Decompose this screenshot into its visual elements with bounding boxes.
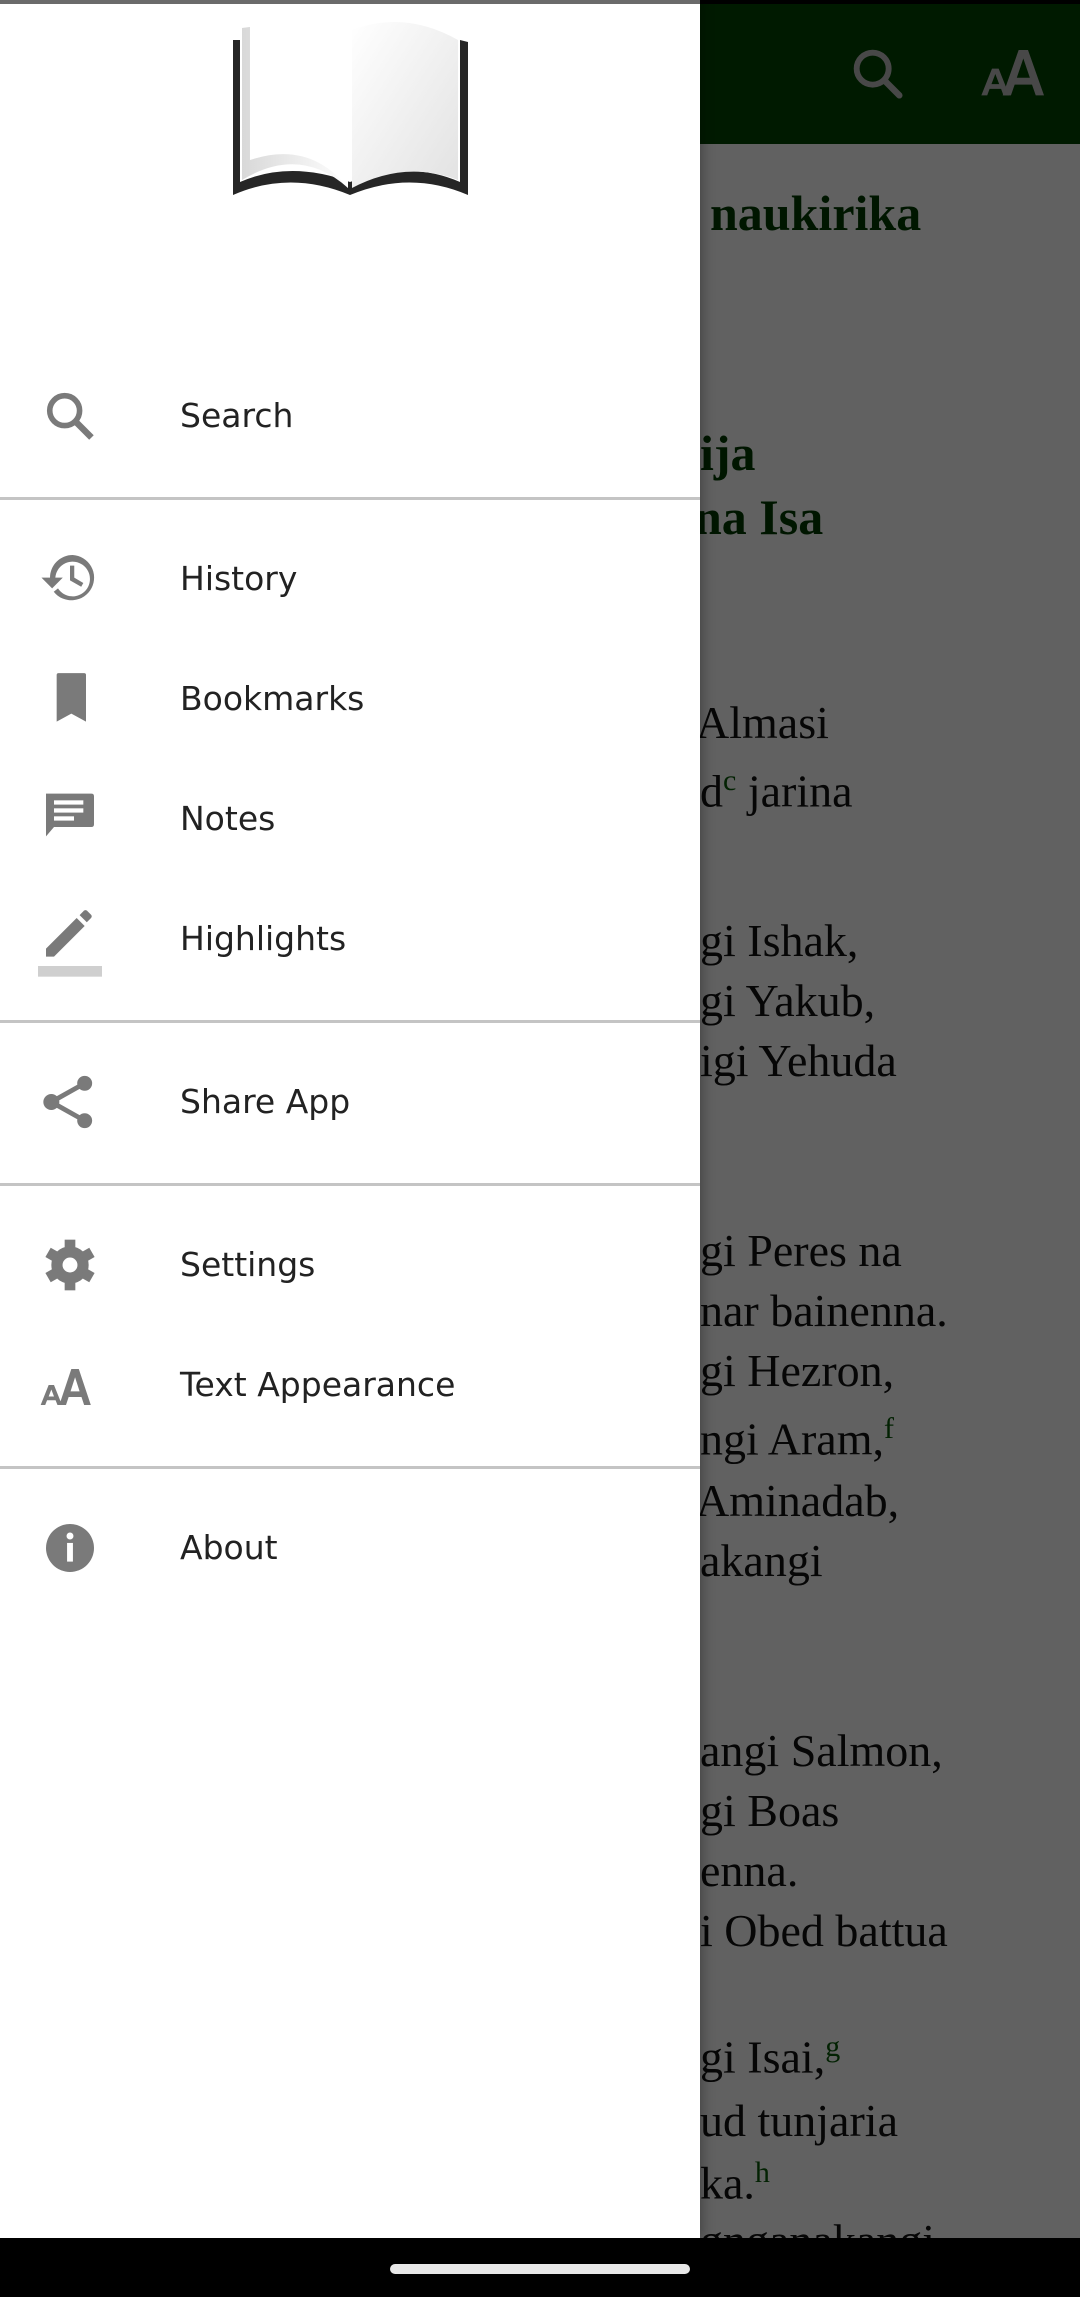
share-icon [38,1074,102,1130]
highlight-pen-icon [38,907,102,977]
drawer-item-text-appearance[interactable]: Text Appearance [0,1325,700,1445]
drawer-item-search[interactable]: Search [0,356,700,476]
drawer-item-label: Highlights [180,919,347,958]
home-gesture-handle[interactable] [390,2264,690,2274]
open-book-logo [230,10,470,200]
drawer-top-strip [0,0,700,4]
drawer-item-label: Search [180,396,294,435]
drawer-item-label: Text Appearance [180,1365,456,1404]
divider [0,497,700,500]
drawer-item-label: History [180,559,298,598]
drawer-item-highlights[interactable]: Highlights [0,879,700,999]
drawer-item-bookmarks[interactable]: Bookmarks [0,639,700,759]
history-icon [38,551,102,607]
drawer-item-label: Notes [180,799,276,838]
drawer-item-label: Bookmarks [180,679,365,718]
gear-icon [38,1237,102,1293]
info-icon [38,1520,102,1576]
drawer-item-label: Share App [180,1082,351,1121]
divider [0,1183,700,1186]
drawer-item-label: Settings [180,1245,316,1284]
drawer-item-about[interactable]: About [0,1488,700,1608]
divider [0,1020,700,1023]
drawer-item-settings[interactable]: Settings [0,1205,700,1325]
drawer-item-label: About [180,1528,278,1567]
navigation-drawer: Search History Bookmarks Notes Highlight… [0,0,700,2238]
divider [0,1466,700,1469]
screen: naukirikaijana IsaAlmasidc jarinagi Isha… [0,0,1080,2238]
text-size-icon [38,1357,102,1413]
notes-icon [38,791,102,847]
drawer-item-history[interactable]: History [0,519,700,639]
search-icon [38,388,102,444]
bookmark-icon [38,671,102,727]
drawer-item-notes[interactable]: Notes [0,759,700,879]
drawer-item-share-app[interactable]: Share App [0,1042,700,1162]
